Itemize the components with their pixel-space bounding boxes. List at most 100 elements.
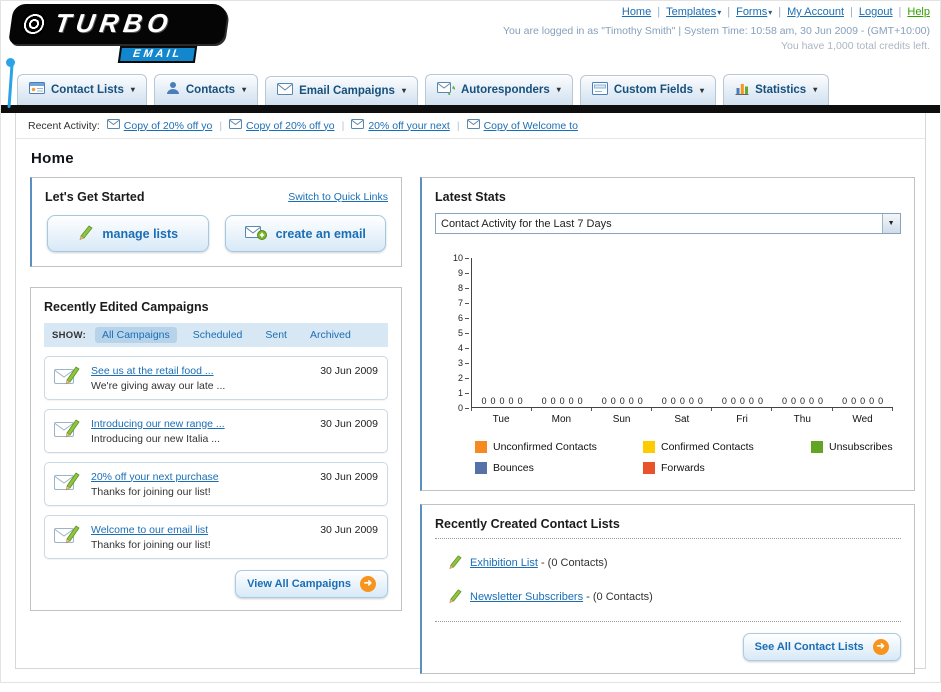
stats-title: Latest Stats: [435, 190, 506, 204]
tab-scheduled[interactable]: Scheduled: [186, 327, 250, 343]
link-my-account[interactable]: My Account: [787, 6, 844, 18]
nav-tab-autoresponders[interactable]: Autoresponders ▾: [424, 74, 573, 105]
chevron-down-icon: ▾: [401, 86, 406, 95]
nav-tab-label: Custom Fields: [613, 84, 694, 96]
recent-activity-link[interactable]: Copy of 20% off yo: [124, 120, 213, 132]
manage-lists-button[interactable]: manage lists: [47, 215, 209, 252]
chart-plot-area: 00000 00000 00000 00000 00000 00000 0000…: [471, 258, 893, 408]
link-templates[interactable]: Templates▾: [666, 6, 721, 18]
contacts-icon: [166, 81, 180, 98]
campaign-subtitle: Thanks for joining our list!: [91, 485, 211, 498]
recent-activity-link[interactable]: Copy of 20% off yo: [246, 120, 335, 132]
link-help[interactable]: Help: [907, 6, 930, 18]
bar-value-label: 0: [781, 396, 787, 406]
campaign-subtitle: Introducing our new Italia ...: [91, 432, 220, 445]
nav-tab-label: Contact Lists: [51, 83, 124, 96]
app-logo[interactable]: TURBO EMAIL: [8, 4, 229, 63]
legend-item: Forwards: [643, 462, 811, 474]
separator: |: [341, 119, 345, 132]
contact-activity-chart: 10 9 8 7 6 5 4 3 2 1 0 00000 00000 00000 00000 000…: [445, 253, 893, 474]
create-email-button[interactable]: create an email: [224, 215, 386, 252]
legend-label: Confirmed Contacts: [661, 441, 754, 453]
bar-value-label: 0: [851, 396, 857, 406]
nav-tab-custom-fields[interactable]: Custom Fields ▾: [579, 75, 717, 105]
chevron-down-icon: ▾: [813, 85, 818, 94]
nav-tab-email-campaigns[interactable]: Email Campaigns ▾: [265, 76, 418, 105]
nav-tab-contact-lists[interactable]: Contact Lists ▾: [17, 74, 147, 105]
x-axis-label: Tue: [492, 414, 510, 425]
pencil-icon: [447, 588, 462, 606]
tab-archived[interactable]: Archived: [303, 327, 358, 343]
view-all-campaigns-button[interactable]: View All Campaigns ➜: [235, 570, 388, 598]
manage-lists-label: manage lists: [102, 226, 179, 241]
legend-label: Unconfirmed Contacts: [493, 441, 597, 453]
dotted-divider: [435, 621, 901, 622]
contact-list-link[interactable]: Newsletter Subscribers: [470, 591, 583, 603]
nav-tab-statistics[interactable]: Statistics ▾: [723, 74, 830, 105]
link-label: Forms: [736, 6, 768, 18]
campaign-title-link[interactable]: 20% off your next purchase: [91, 471, 311, 483]
stats-filter-select[interactable]: Contact Activity for the Last 7 Days ▼: [435, 213, 901, 234]
tab-all-campaigns[interactable]: All Campaigns: [95, 327, 177, 343]
campaign-item[interactable]: Welcome to our email list Thanks for joi…: [44, 515, 388, 559]
edit-campaign-icon: [54, 365, 82, 391]
campaign-date: 30 Jun 2009: [320, 418, 378, 430]
bar-value-label: 0: [661, 396, 667, 406]
chevron-down-icon: ▾: [556, 85, 561, 94]
recent-campaigns-panel: Recently Edited Campaigns SHOW: All Camp…: [30, 287, 402, 611]
recent-activity-item[interactable]: Copy of Welcome to: [466, 119, 578, 132]
recent-activity-link[interactable]: 20% off your next: [368, 120, 450, 132]
edit-campaign-icon: [54, 471, 82, 497]
separator: |: [727, 6, 731, 18]
contact-list-detail: - (0 Contacts): [540, 557, 608, 569]
chart-y-axis: 10 9 8 7 6 5 4 3 2 1 0: [452, 253, 463, 413]
x-axis-label: Sat: [674, 414, 690, 425]
recent-activity-item[interactable]: Copy of 20% off yo: [229, 119, 335, 132]
bar-value-label: 0: [508, 396, 514, 406]
bar-value-label: 0: [517, 396, 523, 406]
campaign-filter-tabs: SHOW: All Campaigns Scheduled Sent Archi…: [44, 323, 388, 347]
chart-x-labels: Tue Mon Sun Sat Fri Thu Wed: [471, 411, 893, 425]
latest-stats-panel: Latest Stats Contact Activity for the La…: [420, 177, 915, 491]
recent-activity-item[interactable]: Copy of 20% off yo: [106, 119, 213, 132]
see-all-contact-lists-button[interactable]: See All Contact Lists ➜: [742, 633, 901, 661]
campaign-item[interactable]: See us at the retail food ... We're givi…: [44, 356, 388, 400]
contact-lists-title: Recently Created Contact Lists: [435, 517, 620, 531]
legend-item: Unconfirmed Contacts: [475, 441, 643, 453]
campaign-title-link[interactable]: Welcome to our email list: [91, 524, 311, 536]
tab-sent[interactable]: Sent: [258, 327, 294, 343]
contact-list-detail: - (0 Contacts): [586, 591, 653, 603]
bar-value-label: 0: [860, 396, 866, 406]
campaign-title-link[interactable]: See us at the retail food ...: [91, 365, 311, 377]
contact-list-link[interactable]: Exhibition List: [470, 557, 538, 569]
recent-activity-bar: Recent Activity: Copy of 20% off yo | Co…: [16, 113, 925, 139]
nav-divider-bar: [1, 105, 940, 113]
autoresponders-icon: [436, 81, 459, 99]
nav-tab-contacts[interactable]: Contacts ▾: [153, 74, 259, 105]
recent-activity-item[interactable]: 20% off your next: [351, 119, 450, 132]
switch-quick-links-link[interactable]: Switch to Quick Links: [288, 191, 388, 203]
bar-value-label: 0: [490, 396, 496, 406]
nav-tab-label: Statistics: [755, 83, 807, 96]
credits-info: You have 1,000 total credits left.: [780, 40, 930, 52]
campaign-item[interactable]: 20% off your next purchase Thanks for jo…: [44, 462, 388, 506]
link-forms[interactable]: Forms▾: [736, 6, 772, 18]
bar-value-label: 0: [878, 396, 884, 406]
link-home[interactable]: Home: [622, 6, 651, 18]
contact-list-item[interactable]: Newsletter Subscribers - (0 Contacts): [435, 580, 901, 614]
chart-group: 00000: [532, 258, 592, 407]
recent-activity-link[interactable]: Copy of Welcome to: [484, 120, 578, 132]
campaign-title-link[interactable]: Introducing our new range ...: [91, 418, 311, 430]
x-axis-label: Fri: [736, 414, 748, 425]
edit-campaign-icon: [54, 418, 82, 444]
campaign-date: 30 Jun 2009: [320, 365, 378, 377]
separator: |: [898, 6, 902, 18]
chart-group: 00000: [712, 258, 772, 407]
contact-list-item[interactable]: Exhibition List - (0 Contacts): [435, 546, 901, 580]
separator: |: [778, 6, 782, 18]
link-logout[interactable]: Logout: [859, 6, 893, 18]
header: TURBO EMAIL Home | Templates▾ | Forms▾ |…: [1, 1, 940, 109]
campaign-date: 30 Jun 2009: [320, 524, 378, 536]
nav-tab-label: Email Campaigns: [299, 84, 395, 97]
campaign-item[interactable]: Introducing our new range ... Introducin…: [44, 409, 388, 453]
